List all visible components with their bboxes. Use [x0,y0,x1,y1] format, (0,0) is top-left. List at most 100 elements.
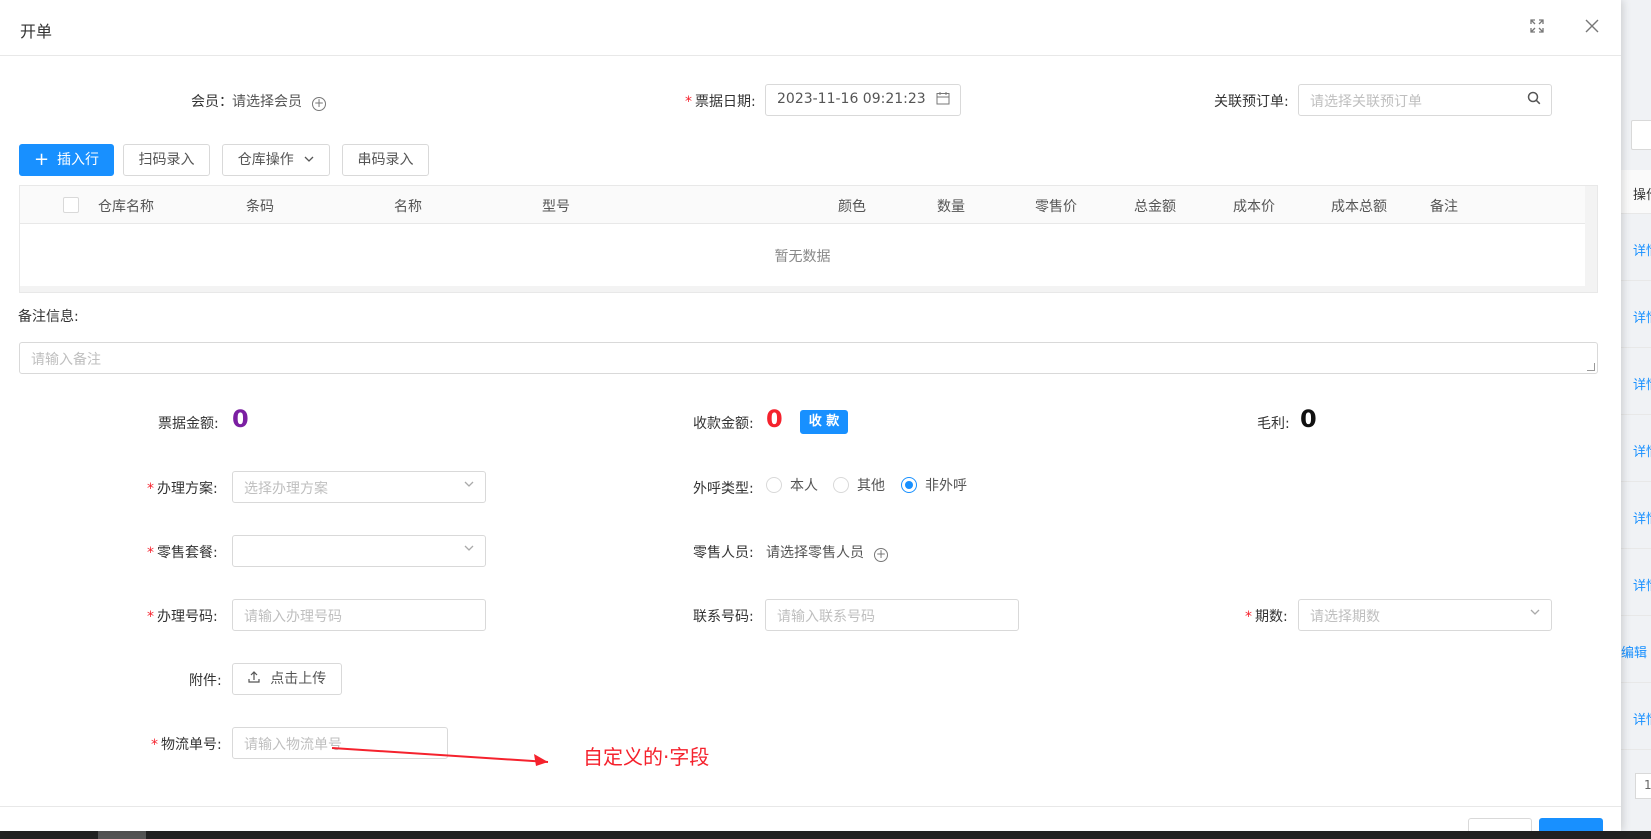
column-header: 数量 [937,199,965,215]
modal-title: 开单 [20,22,53,41]
background-edit-link: 编辑 [1621,646,1648,661]
seller-value: 请选择零售人员 [766,545,864,561]
serial-entry-button[interactable]: 串码录入 [342,144,429,176]
date-label: * 票据日期: [685,94,756,110]
calendar-icon [936,91,950,109]
insert-row-button[interactable]: + 插入行 [19,144,114,176]
footer-divider [0,806,1621,807]
annotation-arrow [331,747,549,766]
date-picker[interactable]: 2023-11-16 09:21:23 [765,84,961,116]
package-select[interactable] [232,535,486,567]
background-detail-link: 详情 [1633,311,1651,326]
plan-placeholder: 选择办理方案 [244,481,328,497]
items-table: 仓库名称 条码 名称 型号 颜色 数量 零售价 总金额 成本价 成本总额 备注 … [19,185,1598,293]
confirm-button[interactable] [1539,818,1603,831]
period-select[interactable]: 请选择期数 [1298,599,1552,631]
attachment-label: 附件: [189,673,222,689]
column-header: 零售价 [1035,199,1077,215]
contact-placeholder: 请输入联系号码 [777,609,875,625]
background-detail-link: 详情 [1633,512,1651,527]
chevron-down-icon [1529,606,1541,622]
background-detail-link: 详情 [1633,244,1651,259]
radio-self[interactable]: 本人 [766,475,818,495]
seller-select[interactable]: 请选择零售人员 + [766,542,888,562]
seller-label: 零售人员: [693,545,754,561]
profit-label: 毛利: [1257,416,1290,432]
background-detail-link: 详情 [1633,378,1651,393]
bill-amount-value: 0 [232,405,249,433]
member-label: 会员： [191,94,233,110]
column-header: 条码 [246,199,274,215]
background-detail-link: 详情 [1633,713,1651,728]
logistics-label: * 物流单号: [151,737,222,753]
background-detail-link: 详情 [1633,579,1651,594]
column-header: 名称 [394,199,422,215]
remarks-placeholder: 请输入备注 [31,352,101,368]
add-circle-icon[interactable]: + [874,548,888,562]
period-placeholder: 请选择期数 [1310,609,1380,625]
number-input[interactable]: 请输入办理号码 [232,599,486,631]
related-order-input[interactable]: 请选择关联预订单 [1298,84,1552,116]
remarks-label: 备注信息: [18,309,79,325]
radio-other[interactable]: 其他 [833,475,885,495]
chevron-down-icon [463,542,475,558]
member-value: 请选择会员 [232,94,302,110]
related-order-label: 关联预订单: [1214,94,1289,110]
table-header: 仓库名称 条码 名称 型号 颜色 数量 零售价 总金额 成本价 成本总额 备注 [20,186,1585,224]
taskbar [0,831,1651,839]
search-icon[interactable] [1527,91,1541,109]
radio-no-call[interactable]: 非外呼 [901,475,967,495]
cancel-button[interactable] [1468,818,1532,831]
radio-circle[interactable] [766,477,782,493]
column-header: 备注 [1430,199,1458,215]
chevron-down-icon [463,478,475,494]
background-button [1631,120,1651,150]
member-select[interactable]: 请选择会员 + [232,91,326,111]
bill-amount-label: 票据金额: [158,416,219,432]
close-icon[interactable] [1581,17,1603,39]
plan-select[interactable]: 选择办理方案 [232,471,486,503]
profit-value: 0 [1300,405,1317,433]
background-page: 操作 详情 详情 详情 详情 详情 详情 编辑 详情 1 [1621,0,1651,839]
add-circle-icon[interactable]: + [312,97,326,111]
background-pager: 1 [1635,773,1651,799]
column-header: 颜色 [838,199,866,215]
collect-button[interactable]: 收 款 [800,410,848,434]
remarks-textarea[interactable]: 请输入备注 [19,342,1598,374]
plan-label: * 办理方案: [147,481,218,497]
related-order-placeholder: 请选择关联预订单 [1310,94,1422,110]
chevron-down-icon [304,152,314,168]
period-label: * 期数: [1245,609,1288,625]
modal-header: 开单 [0,0,1621,56]
radio-circle-selected[interactable] [901,477,917,493]
annotation-text: 自定义的·字段 [583,745,710,769]
vertical-scrollbar[interactable] [1585,186,1597,292]
create-order-modal: 开单 会员： 请选择会员 + * 票据日期: 2023-11-16 09:21:23… [0,0,1621,831]
column-header: 型号 [542,199,570,215]
warehouse-operation-dropdown[interactable]: 仓库操作 [222,144,330,176]
radio-circle[interactable] [833,477,849,493]
background-column-header: 操作 [1621,170,1651,214]
number-label: * 办理号码: [147,609,218,625]
scan-entry-button[interactable]: 扫码录入 [123,144,210,176]
expand-icon[interactable] [1526,17,1548,39]
horizontal-scrollbar[interactable] [20,286,1585,292]
contact-input[interactable]: 请输入联系号码 [765,599,1019,631]
select-all-checkbox[interactable] [63,197,79,213]
call-type-label: 外呼类型: [693,481,754,497]
upload-icon [248,671,264,687]
background-detail-link: 详情 [1633,445,1651,460]
column-header: 成本总额 [1331,199,1387,215]
date-value: 2023-11-16 09:21:23 [777,91,926,107]
plus-icon: + [33,149,50,170]
package-label: * 零售套餐: [147,545,218,561]
logistics-placeholder: 请输入物流单号 [244,737,342,753]
column-header: 仓库名称 [98,199,154,215]
contact-label: 联系号码: [693,609,754,625]
column-header: 成本价 [1233,199,1275,215]
collect-amount-label: 收款金额: [693,416,754,432]
resize-handle[interactable] [1587,363,1595,371]
collect-amount-value: 0 [766,405,783,433]
empty-placeholder: 暂无数据 [774,249,831,265]
upload-button[interactable]: 点击上传 [232,663,342,695]
